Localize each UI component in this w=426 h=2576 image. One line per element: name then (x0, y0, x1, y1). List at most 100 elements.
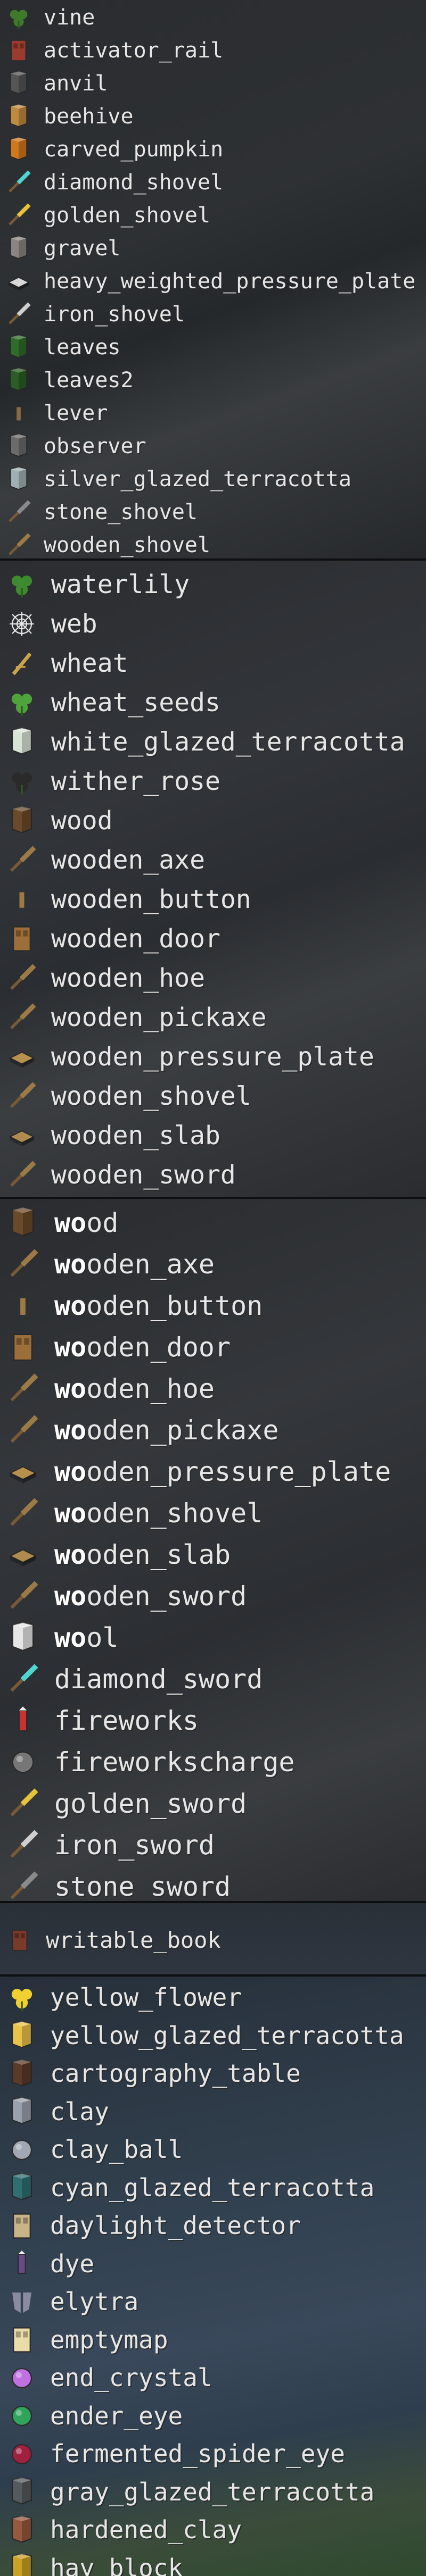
suggestion-label: wooden_sword (51, 1160, 236, 1190)
suggestion-item[interactable]: carved_pumpkin (0, 133, 426, 166)
suggestion-item[interactable]: end_crystal (0, 2359, 426, 2397)
suggestion-item[interactable]: clay (0, 2093, 426, 2131)
suggestion-label: wooden_button (54, 1285, 263, 1327)
suggestion-item[interactable]: wooden_axe (0, 1244, 426, 1285)
suggestion-item[interactable]: wooden_slab (0, 1534, 426, 1575)
suggestion-item[interactable]: daylight_detector (0, 2207, 426, 2245)
suggestion-item[interactable]: lever (0, 397, 426, 430)
suggestion-item[interactable]: wooden_pressure_plate (0, 1451, 426, 1493)
suggestion-label: cyan_glazed_terracotta (50, 2173, 375, 2202)
panel-1: vine activator_rail anvil beehive carved… (0, 0, 426, 558)
golden-shovel-icon (4, 203, 33, 228)
matched-prefix: wo (54, 1415, 87, 1446)
suggestion-item[interactable]: wooden_hoe (0, 1368, 426, 1410)
suggestion-item[interactable]: wooden_sword (0, 1575, 426, 1617)
suggestion-item[interactable]: diamond_sword (0, 1658, 426, 1700)
suggestion-item[interactable]: anvil (0, 67, 426, 100)
suggestion-item[interactable]: wooden_pressure_plate (0, 1037, 426, 1077)
suggestion-item[interactable]: wooden_button (0, 880, 426, 919)
suggestion-label: diamond_shovel (44, 170, 224, 195)
suggestion-item[interactable]: writable_book (0, 1921, 426, 1960)
suggestion-item[interactable]: golden_sword (0, 1783, 426, 1824)
suggestion-item[interactable]: leaves2 (0, 364, 426, 397)
suggestion-item[interactable]: observer (0, 430, 426, 463)
matched-prefix: wo (54, 1456, 87, 1487)
suggestion-item[interactable]: wooden_axe (0, 840, 426, 880)
clay-ball-icon (5, 2136, 38, 2164)
suggestion-item[interactable]: dye (0, 2245, 426, 2283)
suggestion-label: fireworks (54, 1705, 199, 1736)
suggestion-label: wood (51, 806, 113, 836)
suggestion-item[interactable]: wooden_pickaxe (0, 998, 426, 1037)
wooden-sword-icon (5, 1581, 40, 1612)
carved-pumpkin-icon (4, 137, 33, 162)
suggestion-item[interactable]: fireworks (0, 1700, 426, 1741)
suggestion-item[interactable]: wheat_seeds (0, 683, 426, 722)
wooden-slab-icon (5, 1539, 40, 1570)
suggestion-item[interactable]: gravel (0, 232, 426, 265)
suggestion-item[interactable]: white_glazed_terracotta (0, 722, 426, 762)
suggestion-item[interactable]: hay_block (0, 2549, 426, 2576)
wooden-shovel-icon (5, 1082, 38, 1111)
suggestion-item[interactable]: silver_glazed_terracotta (0, 463, 426, 496)
wood-icon (5, 1207, 40, 1238)
suggestion-item[interactable]: waterlily (0, 565, 426, 604)
suggestion-item[interactable]: cartography_table (0, 2055, 426, 2093)
suggestion-item[interactable]: fermented_spider_eye (0, 2435, 426, 2473)
suggestion-item[interactable]: ender_eye (0, 2397, 426, 2436)
matched-prefix: wo (54, 1290, 87, 1321)
suggestion-item[interactable]: yellow_flower (0, 1979, 426, 2017)
suggestion-item[interactable]: wooden_button (0, 1285, 426, 1327)
suggestion-item[interactable]: diamond_shovel (0, 166, 426, 199)
suggestion-item[interactable]: wheat (0, 644, 426, 683)
wool-icon (5, 1622, 40, 1653)
suggestion-item[interactable]: fireworkscharge (0, 1741, 426, 1783)
suggestion-item[interactable]: elytra (0, 2283, 426, 2321)
suggestion-item[interactable]: wooden_sword (0, 1155, 426, 1195)
suggestion-item[interactable]: web (0, 604, 426, 644)
suggestion-label: daylight_detector (50, 2211, 301, 2240)
suggestion-label: wooden_shovel (54, 1493, 263, 1534)
suggestion-item[interactable]: wither_rose (0, 762, 426, 801)
label-remainder: oden_pickaxe (86, 1415, 279, 1446)
suggestion-item[interactable]: iron_shovel (0, 298, 426, 331)
stone-shovel-icon (4, 500, 33, 524)
suggestion-item[interactable]: stone_sword (0, 1866, 426, 1901)
suggestion-item[interactable]: wooden_pickaxe (0, 1410, 426, 1451)
suggestion-item[interactable]: clay_ball (0, 2131, 426, 2169)
suggestion-item[interactable]: cyan_glazed_terracotta (0, 2169, 426, 2207)
suggestion-item[interactable]: wood (0, 1202, 426, 1244)
label-remainder: oden_button (86, 1290, 263, 1321)
suggestion-item[interactable]: yellow_glazed_terracotta (0, 2017, 426, 2055)
suggestion-item[interactable]: iron_sword (0, 1824, 426, 1866)
label-remainder: oden_door (86, 1332, 231, 1363)
suggestion-item[interactable]: wooden_hoe (0, 958, 426, 998)
suggestion-item[interactable]: activator_rail (0, 34, 426, 67)
suggestion-label: gravel (44, 236, 121, 261)
suggestion-item[interactable]: beehive (0, 100, 426, 133)
suggestion-item[interactable]: stone_shovel (0, 496, 426, 529)
yellow-flower-icon (5, 1983, 38, 2012)
suggestion-item[interactable]: wood (0, 801, 426, 840)
suggestion-item[interactable]: emptymap (0, 2321, 426, 2360)
suggestion-item[interactable]: gray_glazed_terracotta (0, 2473, 426, 2512)
suggestion-item[interactable]: leaves (0, 331, 426, 364)
suggestion-label: wooden_slab (54, 1534, 231, 1575)
label-remainder: oden_sword (86, 1581, 247, 1612)
suggestion-item[interactable]: wooden_shovel (0, 1077, 426, 1116)
anvil-icon (4, 71, 33, 96)
suggestion-item[interactable]: golden_shovel (0, 199, 426, 232)
suggestion-item[interactable]: wooden_door (0, 919, 426, 958)
suggestion-item[interactable]: wooden_door (0, 1327, 426, 1368)
suggestion-item[interactable]: hardened_clay (0, 2511, 426, 2549)
wither-rose-icon (5, 767, 38, 796)
suggestion-item[interactable]: wooden_shovel (0, 1493, 426, 1534)
suggestion-label: wood (54, 1202, 118, 1244)
suggestion-item[interactable]: wooden_shovel (0, 529, 426, 558)
suggestion-label: cartography_table (50, 2059, 301, 2088)
suggestion-item[interactable]: vine (0, 1, 426, 34)
suggestion-item[interactable]: heavy_weighted_pressure_plate (0, 265, 426, 298)
suggestion-label: fermented_spider_eye (50, 2439, 345, 2468)
suggestion-item[interactable]: wool (0, 1617, 426, 1658)
suggestion-item[interactable]: wooden_slab (0, 1116, 426, 1155)
